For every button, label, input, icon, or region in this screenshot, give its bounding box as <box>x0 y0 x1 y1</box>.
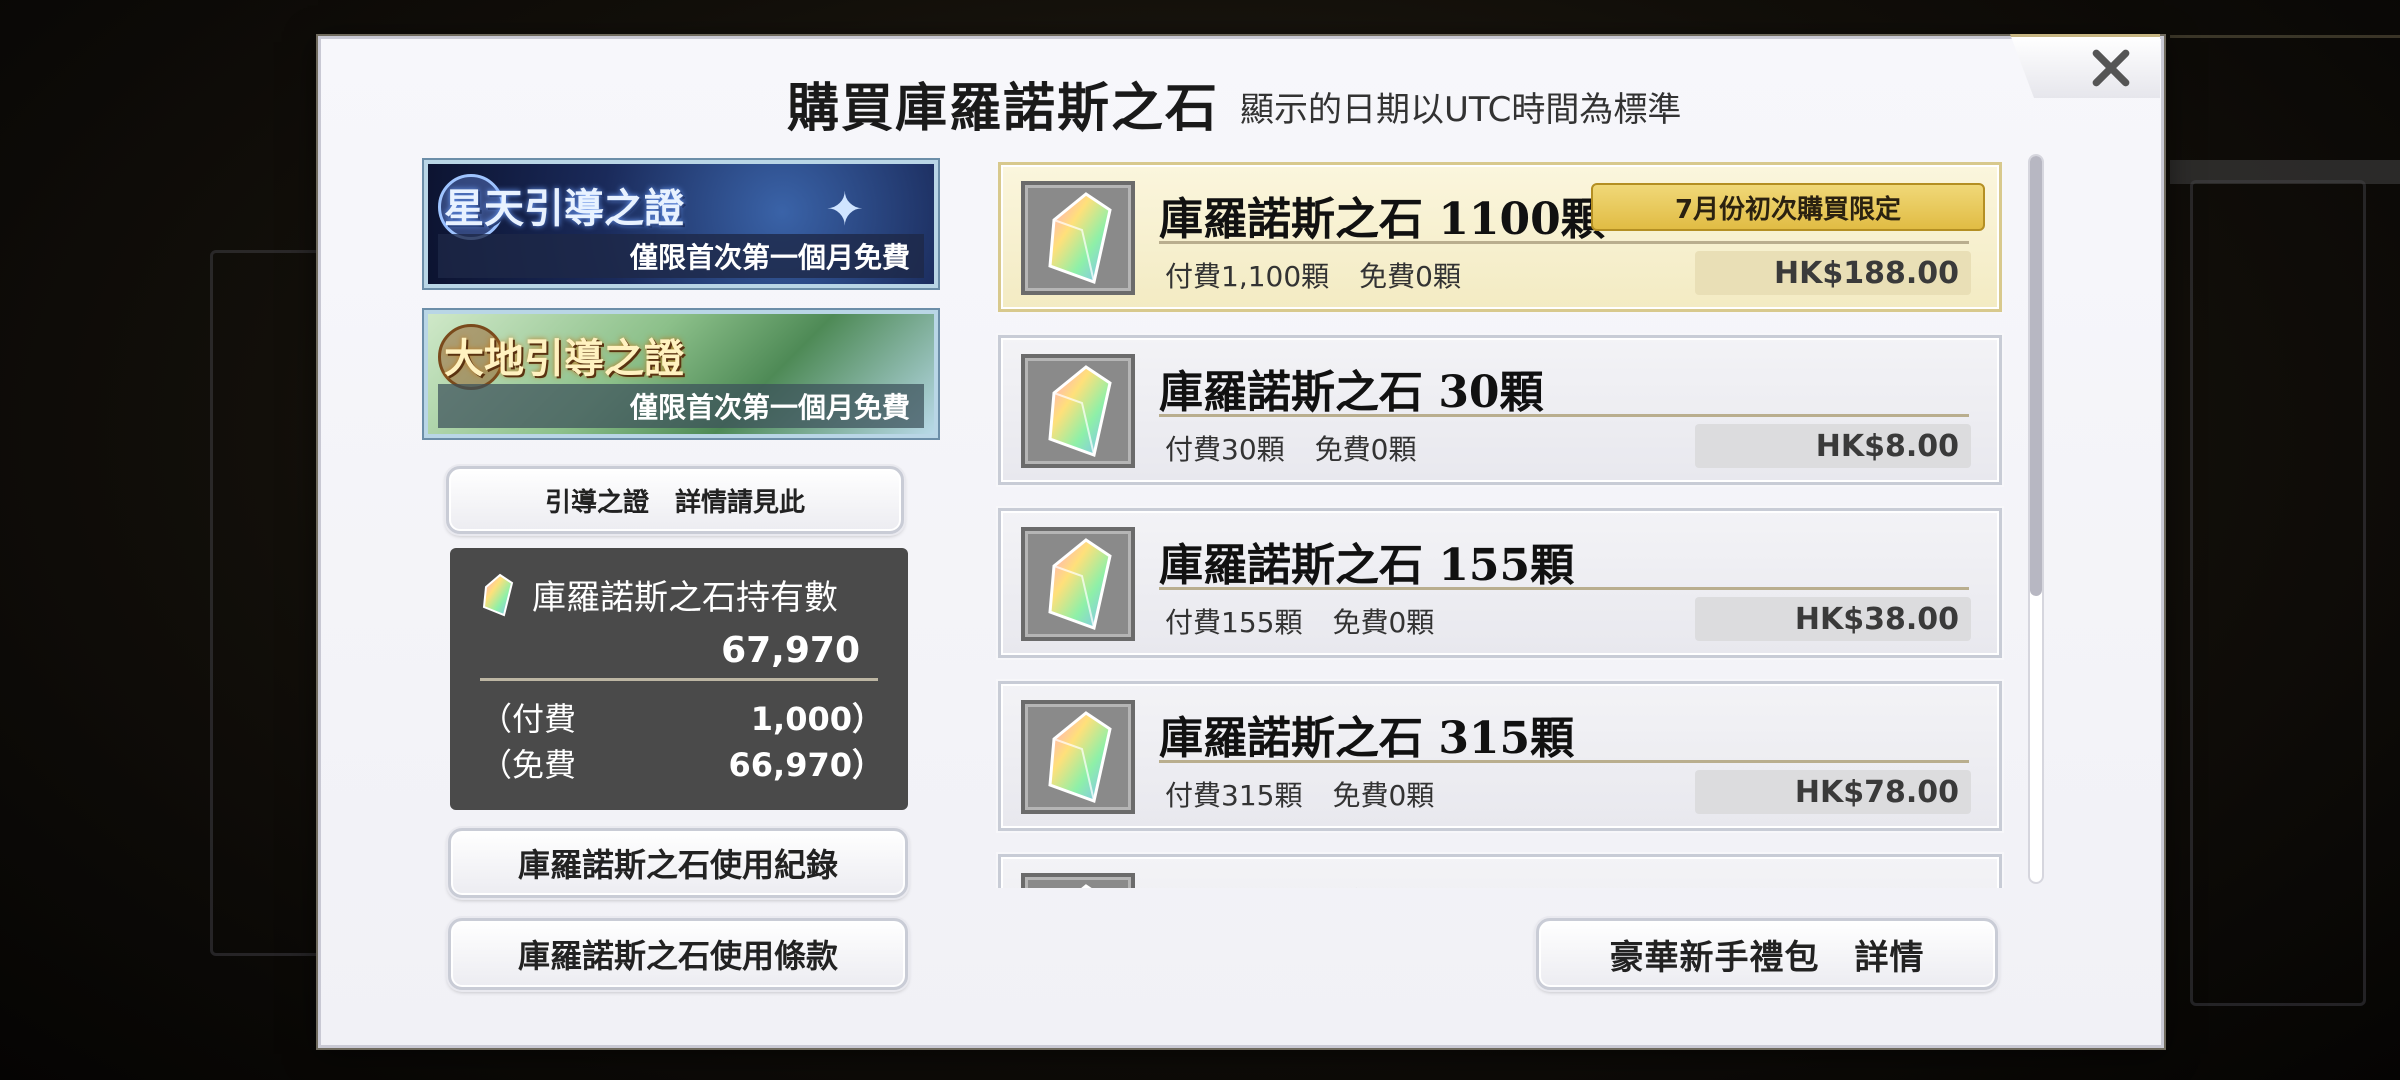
scrollbar-thumb[interactable] <box>2030 156 2042 596</box>
banner-name: 大地引導之證 <box>444 335 684 382</box>
product-name: 庫羅諾斯之石 155顆 <box>1159 540 1575 591</box>
product-divider <box>1159 241 1969 244</box>
balance-divider <box>480 678 878 681</box>
product-icon <box>1021 873 1135 888</box>
free-label: （免費 <box>480 746 577 784</box>
banner-note: 僅限首次第一個月免費 <box>438 384 924 428</box>
earth-guide-banner[interactable]: 大地引導之證 僅限首次第一個月免費 <box>424 310 938 438</box>
product-price: HK$38.00 <box>1695 597 1971 641</box>
paid-count: 付費315顆 <box>1165 779 1303 812</box>
product-divider <box>1159 414 1969 417</box>
balance-label: 庫羅諾斯之石持有數 <box>532 578 838 618</box>
background-frame-left <box>210 250 326 956</box>
dialog-subtitle: 顯示的日期以UTC時間為標準 <box>1240 90 1682 130</box>
chronos-stone-icon <box>1048 711 1112 803</box>
banner-note: 僅限首次第一個月免費 <box>438 234 924 278</box>
product-item-560[interactable]: 庫羅諾斯之石 560顆 <box>998 854 2002 888</box>
stone-balance-panel: 庫羅諾斯之石持有數 67,970 （付費 1,000） （免費 66,970） <box>450 548 908 810</box>
product-item-155[interactable]: 庫羅諾斯之石 155顆 付費155顆 免費0顆 HK$38.00 <box>998 508 2002 658</box>
product-detail: 付費30顆 免費0顆 <box>1165 428 1416 468</box>
guide-details-button[interactable]: 引導之證 詳情請見此 <box>446 466 904 534</box>
paid-count: 付費30顆 <box>1165 433 1285 466</box>
sparkle-icon: ✦ <box>825 182 864 236</box>
usage-terms-button[interactable]: 庫羅諾斯之石使用條款 <box>448 918 908 990</box>
paid-count: 付費1,100顆 <box>1165 260 1330 293</box>
product-icon <box>1021 700 1135 814</box>
product-item-315[interactable]: 庫羅諾斯之石 315顆 付費315顆 免費0顆 HK$78.00 <box>998 681 2002 831</box>
star-guide-banner[interactable]: 星天引導之證 ✦ 僅限首次第一個月免費 <box>424 160 938 288</box>
starter-bundle-details-button[interactable]: 豪華新手禮包 詳情 <box>1536 918 1998 990</box>
balance-paid-row: （付費 1,000） <box>480 694 884 738</box>
free-count: 免費0顆 <box>1332 779 1435 812</box>
product-name: 庫羅諾斯之石 30顆 <box>1159 367 1544 418</box>
product-price: HK$78.00 <box>1695 770 1971 814</box>
free-count: 免費0顆 <box>1359 260 1461 293</box>
product-price: HK$8.00 <box>1695 424 1971 468</box>
product-detail: 付費155顆 免費0顆 <box>1165 601 1434 641</box>
product-divider <box>1159 760 1969 763</box>
product-name: 庫羅諾斯之石 315顆 <box>1159 713 1575 764</box>
free-count: 免費0顆 <box>1332 606 1435 639</box>
product-list[interactable]: 庫羅諾斯之石 1100顆 7月份初次購買限定 付費1,100顆 免費0顆 HK$1… <box>994 150 2014 888</box>
limited-offer-badge: 7月份初次購買限定 <box>1591 183 1985 231</box>
product-icon <box>1021 527 1135 641</box>
product-name: 庫羅諾斯之石 1100顆 <box>1159 194 1605 245</box>
paid-label: （付費 <box>480 700 577 738</box>
free-value: 66,970） <box>728 746 885 784</box>
product-detail: 付費1,100顆 免費0顆 <box>1165 255 1461 295</box>
chronos-stone-icon <box>1048 365 1112 457</box>
chronos-stone-icon <box>1048 538 1112 630</box>
close-icon <box>2092 49 2130 86</box>
balance-total: 67,970 <box>721 630 860 671</box>
product-price: HK$188.00 <box>1695 251 1971 295</box>
product-item-30[interactable]: 庫羅諾斯之石 30顆 付費30顆 免費0顆 HK$8.00 <box>998 335 2002 485</box>
paid-count: 付費155顆 <box>1165 606 1303 639</box>
chronos-stone-icon <box>482 573 514 616</box>
chronos-stone-icon <box>1048 192 1112 284</box>
banner-name: 星天引導之證 <box>444 185 684 232</box>
close-button[interactable] <box>2010 34 2160 98</box>
usage-history-button[interactable]: 庫羅諾斯之石使用紀錄 <box>448 828 908 898</box>
product-name: 庫羅諾斯之石 560顆 <box>1159 875 1574 888</box>
background-frame-right <box>2190 180 2366 1006</box>
chronos-stone-icon <box>1081 884 1092 888</box>
paid-value: 1,000） <box>750 700 884 738</box>
background-top-bar <box>2170 35 2400 98</box>
product-detail: 付費315顆 免費0顆 <box>1165 774 1434 814</box>
dialog-title: 購買庫羅諾斯之石 <box>787 78 1220 139</box>
product-icon <box>1021 354 1135 468</box>
product-divider <box>1159 587 1969 590</box>
background-status-strip <box>2170 160 2400 184</box>
free-count: 免費0顆 <box>1314 433 1417 466</box>
product-item-1100[interactable]: 庫羅諾斯之石 1100顆 7月份初次購買限定 付費1,100顆 免費0顆 HK$1… <box>998 162 2002 312</box>
product-icon <box>1021 181 1135 295</box>
balance-free-row: （免費 66,970） <box>480 740 884 784</box>
